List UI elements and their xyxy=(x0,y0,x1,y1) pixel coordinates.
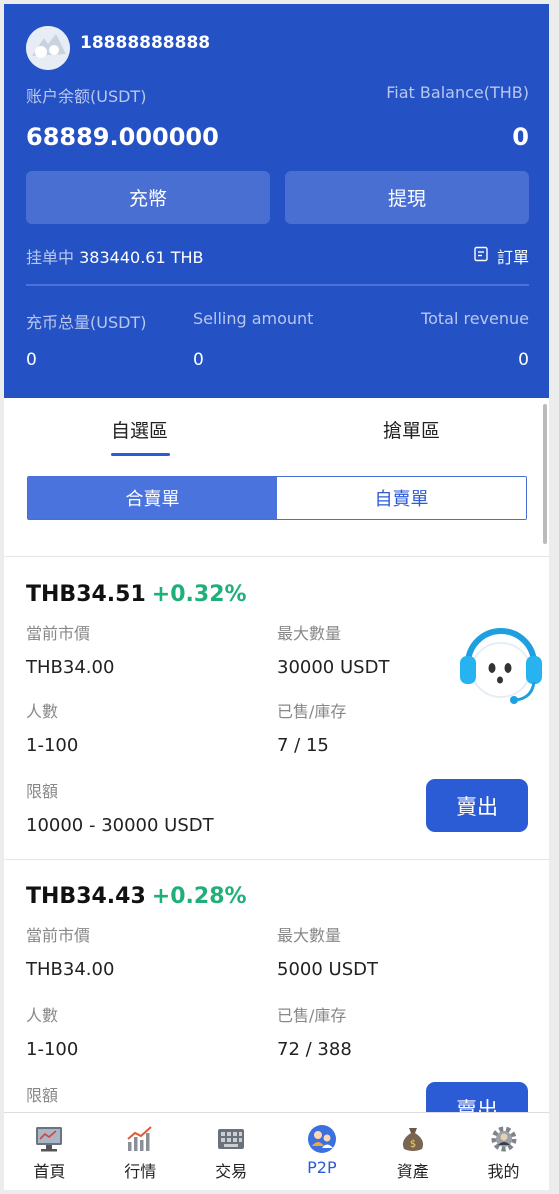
market-chart-icon xyxy=(124,1123,156,1155)
market-price-label: 當前市價 xyxy=(26,624,91,643)
account-header: 18888888888 账户余额(USDT) Fiat Balance(THB)… xyxy=(4,4,549,398)
customer-service-icon[interactable] xyxy=(454,616,548,710)
market-price-value: THB34.00 xyxy=(26,959,115,980)
nav-label-assets: 資產 xyxy=(396,1162,429,1181)
limit-value: 10000 - 30000 USDT xyxy=(26,815,214,836)
profile-gear-icon xyxy=(488,1123,520,1155)
orders-label: 訂單 xyxy=(496,248,529,267)
list-item: THB34.43 +0.28% 當前市價 THB34.00 最大數量 5000 U… xyxy=(4,884,549,1135)
nav-item-profile[interactable]: 我的 xyxy=(458,1113,549,1190)
nav-label-market: 行情 xyxy=(124,1162,157,1181)
stat-label-total-revenue: Total revenue xyxy=(421,309,529,328)
fiat-balance-value: 0 xyxy=(512,123,529,151)
limit-label: 限額 xyxy=(26,782,59,801)
people-value: 1-100 xyxy=(26,1039,79,1060)
market-price-label: 當前市價 xyxy=(26,926,91,945)
pending-orders: 挂单中 383440.61 THB xyxy=(26,244,204,268)
account-balance-label: 账户余额(USDT) xyxy=(26,87,147,106)
section-divider xyxy=(4,556,549,557)
stat-value-deposit-total: 0 xyxy=(26,350,37,370)
nav-item-home[interactable]: 首頁 xyxy=(4,1113,95,1190)
nav-item-market[interactable]: 行情 xyxy=(95,1113,186,1190)
home-monitor-icon xyxy=(33,1123,65,1155)
nav-label-p2p: P2P xyxy=(307,1158,337,1177)
offer-price: THB34.51 +0.32% xyxy=(26,582,247,607)
trade-keyboard-icon xyxy=(215,1123,247,1155)
svg-text:$: $ xyxy=(410,1139,416,1150)
pending-label: 挂单中 xyxy=(26,248,75,267)
sold-stock-label: 已售/庫存 xyxy=(277,702,347,721)
sold-stock-value: 7 / 15 xyxy=(277,735,329,756)
stat-label-selling-amount: Selling amount xyxy=(193,309,314,328)
document-icon xyxy=(473,246,489,266)
user-phone: 18888888888 xyxy=(80,33,211,53)
stat-value-selling-amount: 0 xyxy=(193,350,204,370)
nav-item-p2p[interactable]: P2P xyxy=(276,1113,367,1190)
account-balance-value: 68889.000000 xyxy=(26,123,219,151)
tab-self-select[interactable]: 自選區 xyxy=(111,416,168,443)
fiat-balance-label: Fiat Balance(THB) xyxy=(386,83,529,102)
price-change: +0.32% xyxy=(151,582,247,607)
nav-item-assets[interactable]: $ 資產 xyxy=(367,1113,458,1190)
card-divider xyxy=(4,859,549,860)
order-type-segment: 合賣單 自賣單 xyxy=(27,476,527,520)
price-change: +0.28% xyxy=(151,884,247,909)
max-quantity-label: 最大數量 xyxy=(277,624,342,643)
nav-label-home: 首頁 xyxy=(33,1162,66,1181)
bottom-nav: 首頁 行情 交易 P2P $ 資產 我的 xyxy=(4,1112,549,1190)
sold-stock-label: 已售/庫存 xyxy=(277,1006,347,1025)
segment-self-sell[interactable]: 自賣單 xyxy=(277,477,526,519)
max-quantity-label: 最大數量 xyxy=(277,926,342,945)
header-divider xyxy=(26,284,529,286)
nav-item-trade[interactable]: 交易 xyxy=(186,1113,277,1190)
tab-grab-order[interactable]: 搶單區 xyxy=(383,416,440,443)
withdraw-button[interactable]: 提現 xyxy=(285,171,529,224)
app-frame: 18888888888 账户余额(USDT) Fiat Balance(THB)… xyxy=(4,4,549,1190)
price-value: THB34.43 xyxy=(26,884,146,909)
nav-label-profile: 我的 xyxy=(487,1162,520,1181)
nav-label-trade: 交易 xyxy=(215,1162,248,1181)
avatar[interactable] xyxy=(26,26,70,70)
sell-button[interactable]: 賣出 xyxy=(426,779,528,832)
money-bag-icon: $ xyxy=(397,1123,429,1155)
sold-stock-value: 72 / 388 xyxy=(277,1039,352,1060)
limit-label: 限額 xyxy=(26,1086,59,1105)
offer-price: THB34.43 +0.28% xyxy=(26,884,247,909)
max-quantity-value: 30000 USDT xyxy=(277,657,390,678)
market-price-value: THB34.00 xyxy=(26,657,115,678)
people-label: 人數 xyxy=(26,1006,59,1025)
people-label: 人數 xyxy=(26,702,59,721)
active-tab-underline xyxy=(111,453,170,456)
segment-combined-sell[interactable]: 合賣單 xyxy=(28,477,277,519)
pending-value: 383440.61 THB xyxy=(79,248,204,267)
p2p-users-icon xyxy=(306,1123,338,1155)
max-quantity-value: 5000 USDT xyxy=(277,959,378,980)
orders-link[interactable]: 訂單 xyxy=(473,244,529,268)
price-value: THB34.51 xyxy=(26,582,146,607)
stat-label-deposit-total: 充币总量(USDT) xyxy=(26,313,147,332)
deposit-button[interactable]: 充幣 xyxy=(26,171,270,224)
zone-tabs: 自選區 搶單區 xyxy=(4,398,549,468)
people-value: 1-100 xyxy=(26,735,79,756)
stat-value-total-revenue: 0 xyxy=(518,350,529,370)
scrollbar[interactable] xyxy=(543,404,547,544)
